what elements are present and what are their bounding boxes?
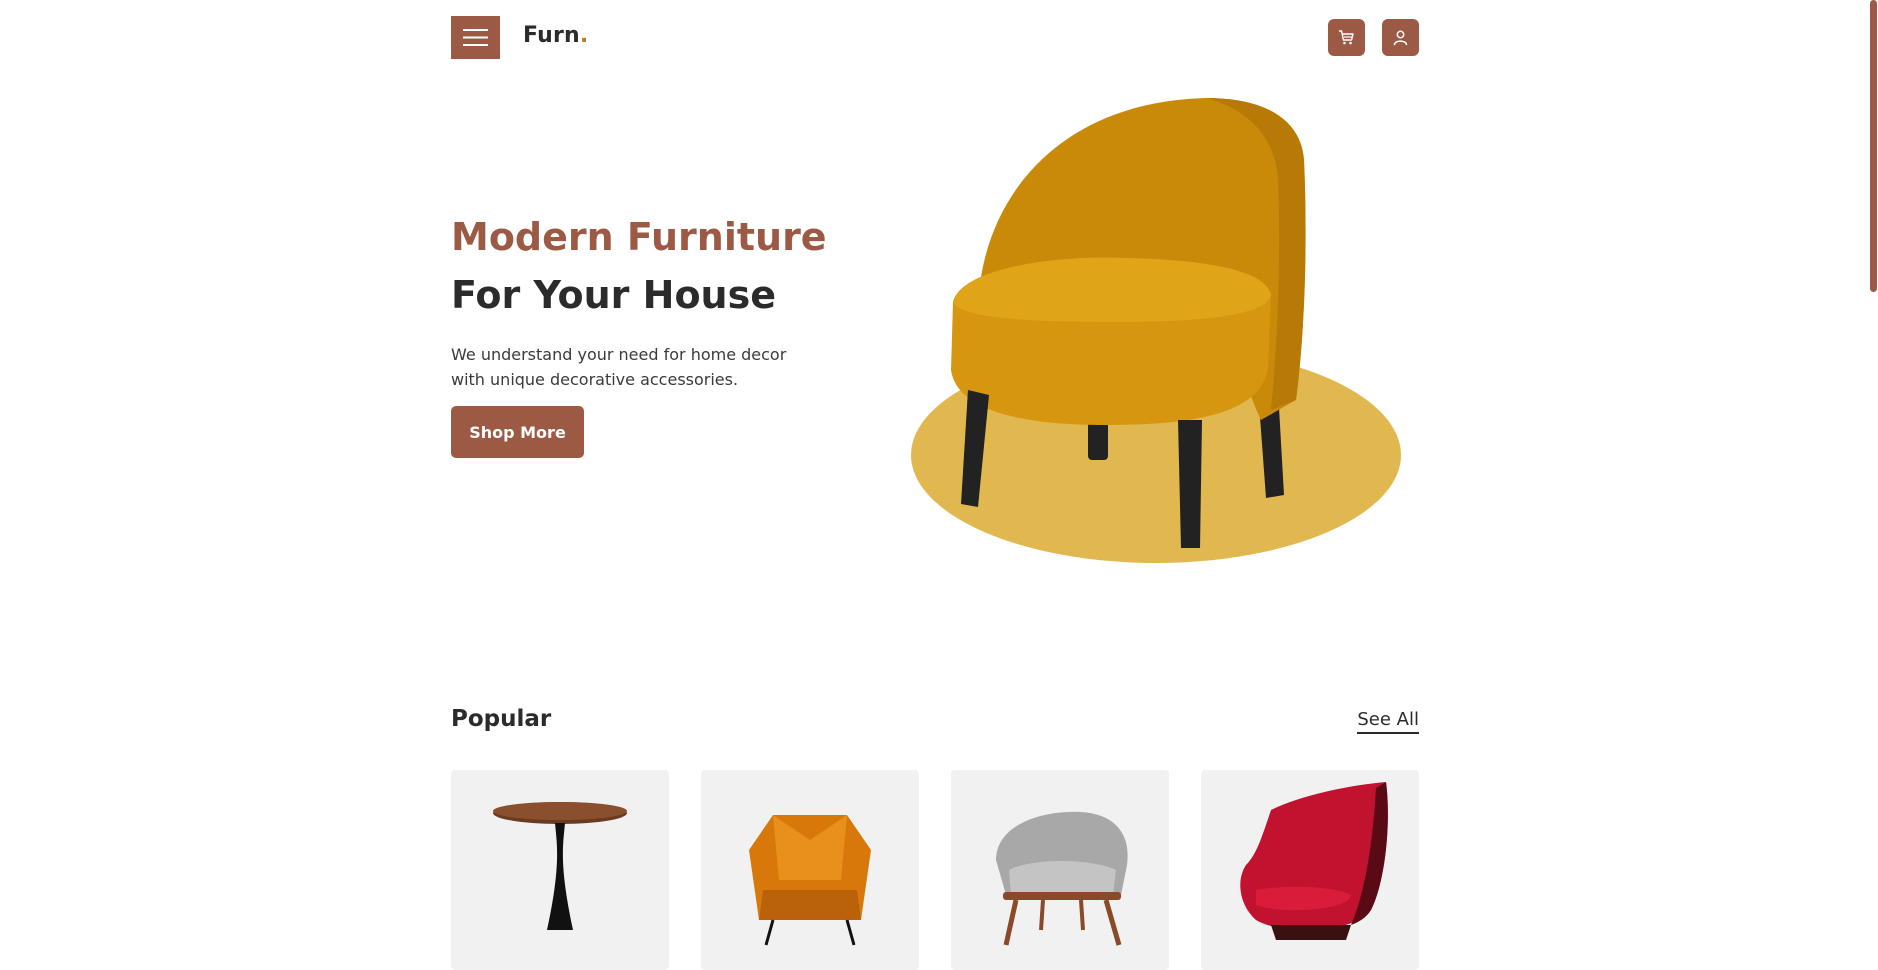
cart-icon — [1339, 30, 1354, 45]
round-table-image — [493, 802, 627, 930]
scrollbar-thumb[interactable] — [1870, 0, 1877, 292]
hamburger-icon — [463, 29, 488, 46]
product-card[interactable] — [701, 770, 919, 970]
hero-title-accent: Modern Furniture — [451, 215, 827, 259]
red-egg-chair-image — [1240, 782, 1388, 940]
hero-chair-image — [911, 98, 1401, 563]
hero-title-main: For Your House — [451, 273, 777, 317]
cart-button[interactable] — [1328, 19, 1365, 56]
hero-description: We understand your need for home decor w… — [451, 345, 787, 389]
popular-section-title: Popular — [451, 706, 552, 732]
shop-more-button[interactable]: Shop More — [451, 406, 584, 458]
scrollbar[interactable] — [1868, 0, 1878, 930]
brand-logo[interactable]: Furn. — [523, 23, 588, 48]
page-container: Furn. Modern Furniture For Your House We… — [451, 0, 1419, 970]
brand-dot: . — [579, 23, 589, 48]
product-card[interactable] — [1201, 770, 1419, 970]
product-card[interactable] — [451, 770, 669, 970]
grey-lounge-chair-image — [996, 811, 1128, 946]
see-all-link[interactable]: See All — [1357, 709, 1419, 734]
user-button[interactable] — [1382, 19, 1419, 56]
menu-button[interactable] — [451, 16, 500, 59]
user-icon — [1393, 30, 1408, 46]
brand-name: Furn — [523, 23, 580, 48]
orange-armchair-image — [749, 815, 871, 946]
product-card[interactable] — [951, 770, 1169, 970]
